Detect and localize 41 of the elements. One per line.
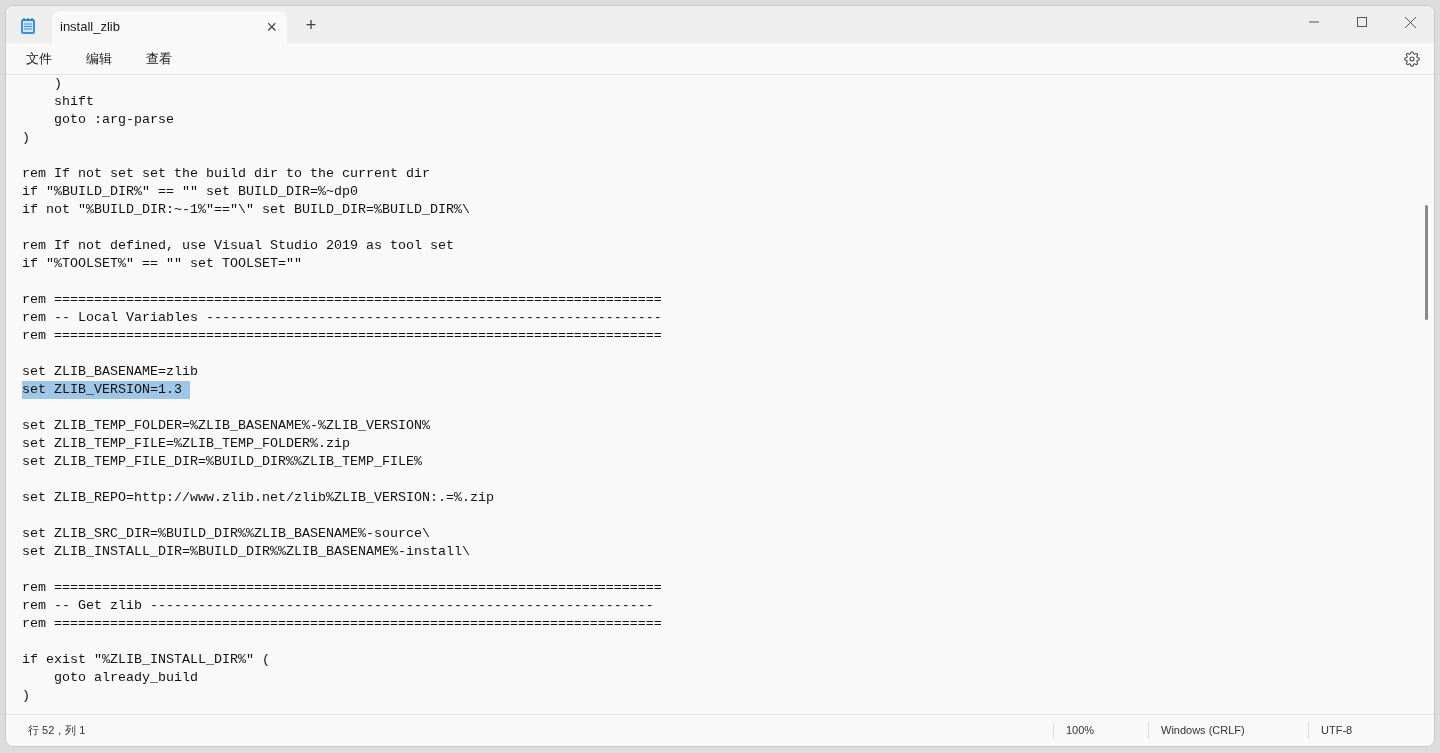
code-line: shift	[53, 93, 94, 111]
code-line: if "%TOOLSET%" == "" set TOOLSET=""	[22, 255, 302, 273]
code-line: rem ============================================================================	[22, 291, 662, 309]
zoom-level: 100%	[1053, 722, 1148, 739]
code-line: rem ============================================================================	[22, 615, 662, 633]
code-line: rem If not defined, use Visual Studio 2019 as tool set	[22, 237, 454, 255]
file-tab[interactable]: install_zlib ×	[52, 11, 287, 43]
code-line: set ZLIB_INSTALL_DIR=%BUILD_DIR%%ZLIB_BASENAME%-install\	[22, 543, 470, 561]
new-tab-button[interactable]: +	[299, 13, 323, 37]
code-line: goto :arg-parse	[53, 111, 174, 129]
menu-item[interactable]: 文件	[20, 48, 58, 69]
code-line: if exist "%ZLIB_INSTALL_DIR%" (	[22, 651, 270, 669]
code-line: rem ============================================================================	[22, 579, 662, 597]
cursor-position: 行 52，列 1	[27, 723, 87, 739]
line-ending: Windows (CRLF)	[1148, 722, 1308, 739]
encoding: UTF-8	[1308, 722, 1434, 739]
maximize-icon[interactable]	[1357, 17, 1367, 27]
tab-close-button[interactable]: ×	[266, 18, 277, 36]
code-line: )	[22, 129, 30, 147]
scrollbar-thumb[interactable]	[1425, 205, 1428, 320]
menu-item[interactable]: 查看	[140, 48, 178, 69]
settings-icon[interactable]	[1404, 50, 1420, 67]
code-line: rem If not set set the build dir to the current dir	[22, 165, 430, 183]
close-icon[interactable]	[1405, 16, 1416, 28]
code-line: if not "%BUILD_DIR:~-1%"=="\" set BUILD_DIR=%BUILD_DIR%\	[22, 201, 470, 219]
code-line: set ZLIB_SRC_DIR=%BUILD_DIR%%ZLIB_BASENAME%-source\	[22, 525, 430, 543]
code-line: goto already_build	[53, 669, 198, 687]
code-line: )	[53, 75, 62, 93]
menu-item[interactable]: 编辑	[80, 48, 118, 69]
code-line: set ZLIB_TEMP_FILE_DIR=%BUILD_DIR%%ZLIB_TEMP_FILE%	[22, 453, 422, 471]
code-line: )	[22, 687, 30, 705]
code-line: set ZLIB_TEMP_FOLDER=%ZLIB_BASENAME%-%ZLIB_VERSION%	[22, 417, 430, 435]
code-line: rem ============================================================================	[22, 327, 662, 345]
code-line: rem -- Local Variables ---------------------------------------------------------	[22, 309, 662, 327]
code-line: if "%BUILD_DIR%" == "" set BUILD_DIR=%~dp0	[22, 183, 358, 201]
code-line: set ZLIB_TEMP_FILE=%ZLIB_TEMP_FOLDER%.zip	[22, 435, 350, 453]
tab-title: install_zlib	[60, 18, 120, 37]
code-line: set ZLIB_BASENAME=zlib	[22, 363, 198, 381]
code-line: set ZLIB_REPO=http://www.zlib.net/zlib%ZLIB_VERSION:.=%.zip	[22, 489, 494, 507]
notepad-icon	[20, 17, 36, 35]
code-line: rem -- Get zlib ---------------------------------------------------------------	[22, 597, 654, 615]
